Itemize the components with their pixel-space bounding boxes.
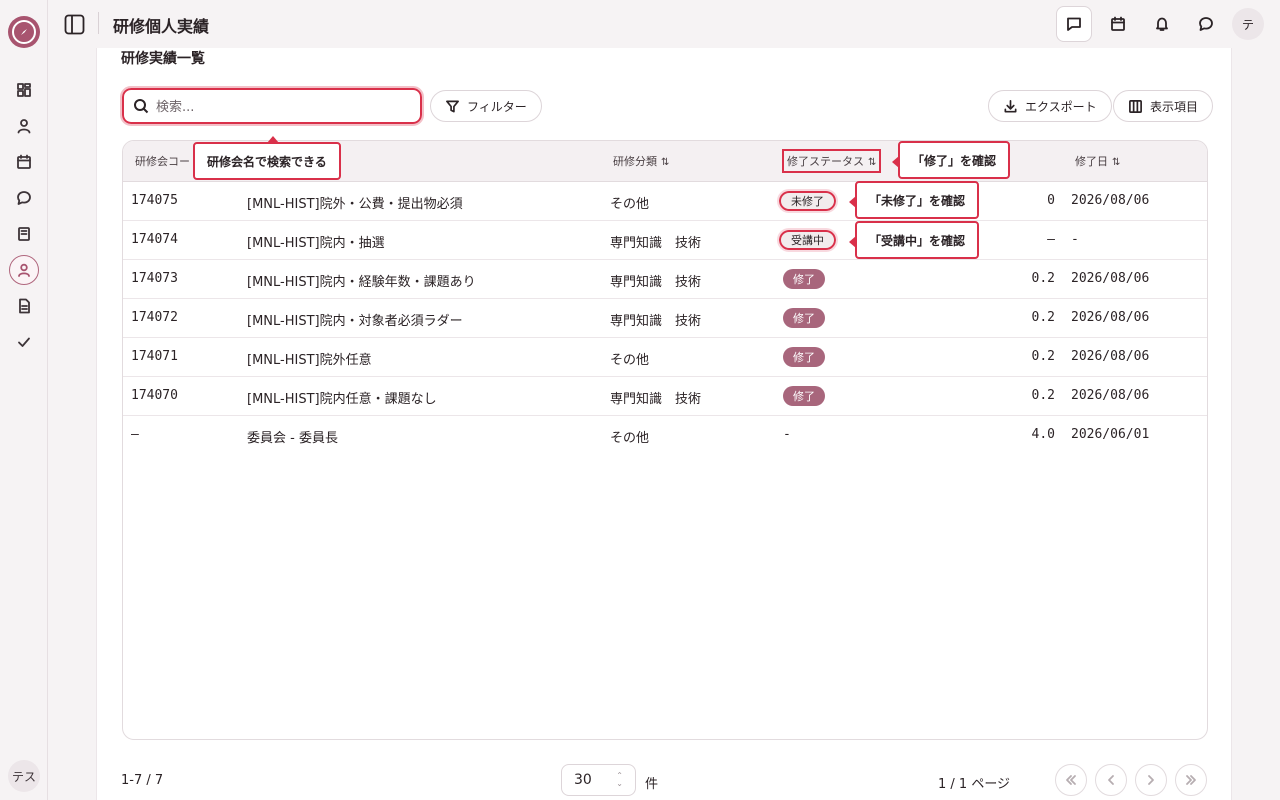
main-card: 研修実績一覧 研修会名で検索できる フィルター エクスポート 表示項目 研修会コ… [96,48,1232,800]
table-row[interactable]: 174075 [MNL-HIST]院外・公費・提出物必須 その他 未修了 0 2… [123,182,1207,221]
chevron-left-icon [1108,775,1114,785]
status-badge: 修了 [783,347,825,367]
export-button[interactable]: エクスポート [988,90,1112,122]
callout-status-incomplete: 「未修了」を確認 [849,181,980,219]
calendar-button[interactable] [1100,6,1136,42]
callout-status-inprogress: 「受講中」を確認 [849,221,980,259]
chat-icon [1199,17,1213,31]
status-badge: 未修了 [777,189,838,213]
table-row[interactable]: 174070 [MNL-HIST]院内任意・課題なし 専門知識 技術 修了 0.… [123,377,1207,416]
notification-button[interactable] [1144,6,1180,42]
bell-icon [1156,17,1168,31]
calendar-icon [1111,16,1125,31]
prev-page-button[interactable] [1095,764,1127,796]
profile-icon[interactable] [9,255,39,285]
table-row[interactable]: — 委員会 - 委員長 その他 - 4.0 2026/06/01 [123,416,1207,455]
sort-icon: ⇅ [868,157,877,168]
sort-icon: ⇅ [1112,157,1121,168]
status-badge: 修了 [783,269,825,289]
table-row[interactable]: 174073 [MNL-HIST]院内・経験年数・課題あり 専門知識 技術 修了… [123,260,1207,299]
user-icon[interactable] [12,114,36,138]
logo-icon[interactable] [8,16,40,48]
callout-status-done: 「修了」を確認 [892,141,1011,179]
search-field[interactable] [120,86,424,126]
filter-button[interactable]: フィルター [430,90,542,122]
status-badge: 受講中 [777,228,838,252]
column-header-category[interactable]: 研修分類 ⇅ [613,153,669,169]
download-icon [1004,99,1017,112]
chevron-updown-icon: ⌃ ⌄ [616,771,623,788]
page-info: 1 / 1 ページ [938,777,1011,792]
next-page-button[interactable] [1135,764,1167,796]
columns-button[interactable]: 表示項目 [1113,90,1214,122]
chevrons-left-icon [1066,775,1076,785]
first-page-button[interactable] [1055,764,1087,796]
results-table: 研修会コー 研修分類 ⇅ 修了ステータス ⇅ 修了日 ⇅ 174075 [MNL-HI… [122,140,1208,740]
callout-search: 研修会名で検索できる [193,136,341,180]
header-avatar[interactable]: テ [1232,8,1264,40]
column-header-code[interactable]: 研修会コー [135,153,190,169]
feedback-button[interactable] [1056,6,1092,42]
chevron-right-icon [1148,775,1154,785]
sidebar-toggle-icon[interactable] [62,12,86,36]
table-row[interactable]: 174074 [MNL-HIST]院内・抽選 専門知識 技術 受講中 — - [123,221,1207,260]
page-size-select[interactable]: 30 ⌃ ⌄ [561,764,636,796]
column-header-date[interactable]: 修了日 ⇅ [1075,153,1120,169]
column-header-status[interactable]: 修了ステータス ⇅ [782,149,882,173]
status-text: - [783,427,791,442]
calendar-icon[interactable] [12,150,36,174]
section-title: 研修実績一覧 [121,51,205,67]
page-size-unit: 件 [645,777,659,792]
document-icon[interactable] [12,294,36,318]
sidebar: テス [0,0,48,800]
book-icon[interactable] [12,222,36,246]
header-divider [98,12,99,34]
search-input[interactable] [156,96,406,118]
columns-icon [1129,99,1142,113]
page-title: 研修個人実績 [113,17,210,36]
status-badge: 修了 [783,308,825,328]
message-square-icon [1067,17,1081,31]
chat-icon[interactable] [12,186,36,210]
filter-icon [446,100,459,112]
last-page-button[interactable] [1175,764,1207,796]
status-badge: 修了 [783,386,825,406]
sort-icon: ⇅ [661,157,670,168]
dashboard-icon[interactable] [12,78,36,102]
chevrons-right-icon [1186,775,1196,785]
table-row[interactable]: 174072 [MNL-HIST]院内・対象者必須ラダー 専門知識 技術 修了 … [123,299,1207,338]
search-icon [134,99,149,114]
check-icon[interactable] [12,330,36,354]
chat-button[interactable] [1188,6,1224,42]
result-range: 1-7 / 7 [121,773,164,788]
top-header: 研修個人実績 テ [48,0,1280,48]
user-avatar[interactable]: テス [8,760,40,792]
table-row[interactable]: 174071 [MNL-HIST]院外任意 その他 修了 0.2 2026/08… [123,338,1207,377]
